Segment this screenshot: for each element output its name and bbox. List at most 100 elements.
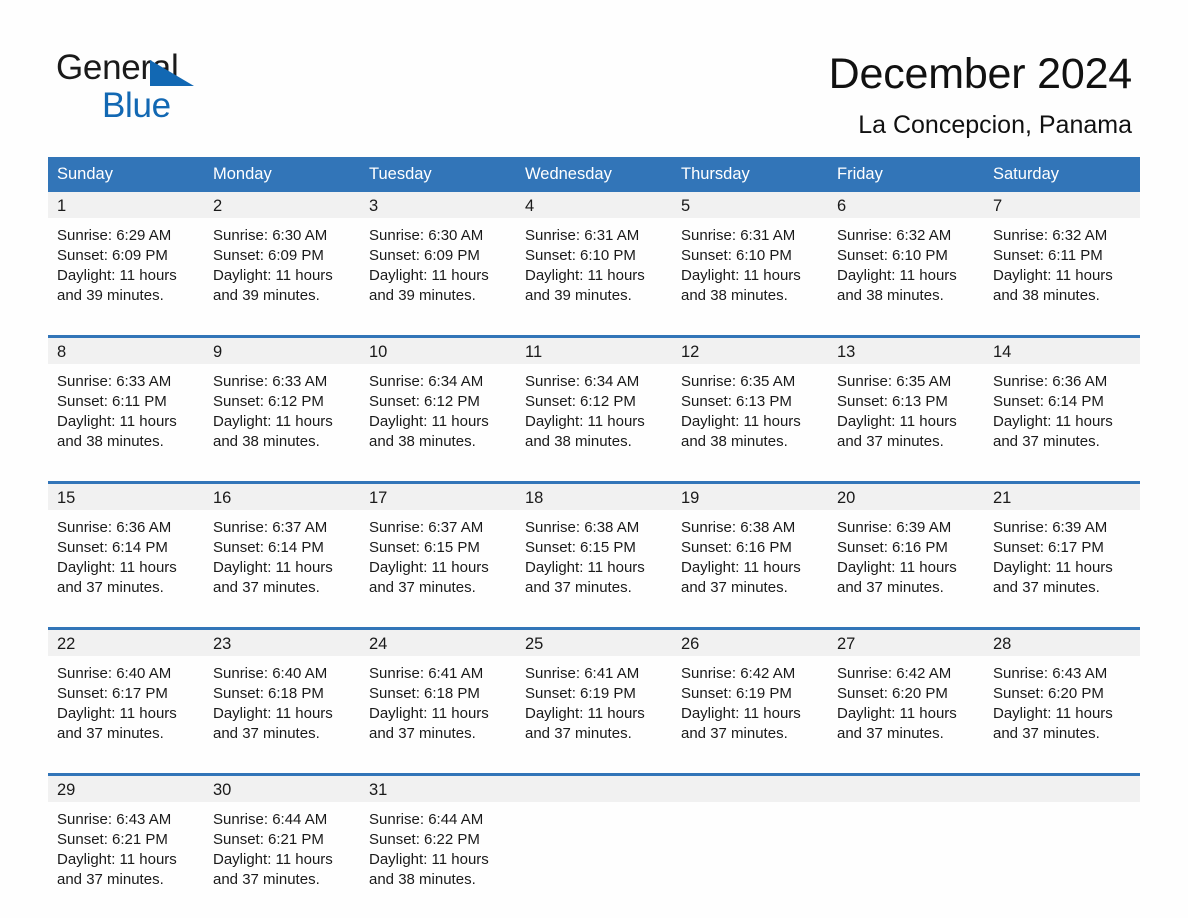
page-title: December 2024 [828, 50, 1133, 98]
calendar-grid: Sunday Monday Tuesday Wednesday Thursday… [48, 157, 1140, 896]
day-cell[interactable]: 13 Sunrise: 6:35 AM Sunset: 6:13 PM Dayl… [828, 338, 984, 458]
sunrise-text: Sunrise: 6:43 AM [57, 811, 172, 828]
day-number: 2 [204, 192, 360, 218]
sunset-text: Sunset: 6:17 PM [993, 539, 1104, 556]
day-cell[interactable]: 24 Sunrise: 6:41 AM Sunset: 6:18 PM Dayl… [360, 630, 516, 750]
day-number: 13 [828, 338, 984, 364]
sunrise-text: Sunrise: 6:38 AM [525, 519, 640, 536]
daylight-text-line1: Daylight: 11 hours [837, 705, 957, 722]
daylight-text-line2: and 37 minutes. [369, 579, 476, 596]
daylight-text-line1: Daylight: 11 hours [993, 413, 1113, 430]
day-cell[interactable]: 4 Sunrise: 6:31 AM Sunset: 6:10 PM Dayli… [516, 192, 672, 312]
day-details: Sunrise: 6:38 AM Sunset: 6:16 PM Dayligh… [672, 510, 828, 604]
daylight-text-line1: Daylight: 11 hours [525, 559, 645, 576]
day-cell[interactable]: 20 Sunrise: 6:39 AM Sunset: 6:16 PM Dayl… [828, 484, 984, 604]
day-cell[interactable]: 8 Sunrise: 6:33 AM Sunset: 6:11 PM Dayli… [48, 338, 204, 458]
daylight-text-line1: Daylight: 11 hours [837, 559, 957, 576]
day-details: Sunrise: 6:37 AM Sunset: 6:14 PM Dayligh… [204, 510, 360, 604]
sunset-text: Sunset: 6:18 PM [213, 685, 324, 702]
sunrise-text: Sunrise: 6:32 AM [993, 227, 1108, 244]
calendar-page: General Blue December 2024 La Concepcion… [0, 0, 1188, 918]
day-cell[interactable]: 30 Sunrise: 6:44 AM Sunset: 6:21 PM Dayl… [204, 776, 360, 896]
sunset-text: Sunset: 6:19 PM [681, 685, 792, 702]
day-details: Sunrise: 6:36 AM Sunset: 6:14 PM Dayligh… [48, 510, 204, 604]
daylight-text-line1: Daylight: 11 hours [837, 267, 957, 284]
day-cell[interactable]: 11 Sunrise: 6:34 AM Sunset: 6:12 PM Dayl… [516, 338, 672, 458]
sunrise-text: Sunrise: 6:34 AM [525, 373, 640, 390]
sunrise-text: Sunrise: 6:42 AM [681, 665, 796, 682]
daylight-text-line1: Daylight: 11 hours [213, 705, 333, 722]
day-cell[interactable]: 31 Sunrise: 6:44 AM Sunset: 6:22 PM Dayl… [360, 776, 516, 896]
day-cell[interactable]: 14 Sunrise: 6:36 AM Sunset: 6:14 PM Dayl… [984, 338, 1140, 458]
day-details: Sunrise: 6:43 AM Sunset: 6:21 PM Dayligh… [48, 802, 204, 896]
daylight-text-line2: and 37 minutes. [993, 725, 1100, 742]
sunset-text: Sunset: 6:20 PM [837, 685, 948, 702]
daylight-text-line1: Daylight: 11 hours [213, 413, 333, 430]
daylight-text-line2: and 37 minutes. [213, 725, 320, 742]
daylight-text-line2: and 38 minutes. [837, 287, 944, 304]
day-details: Sunrise: 6:43 AM Sunset: 6:20 PM Dayligh… [984, 656, 1140, 750]
sunrise-text: Sunrise: 6:34 AM [369, 373, 484, 390]
day-cell[interactable]: 1 Sunrise: 6:29 AM Sunset: 6:09 PM Dayli… [48, 192, 204, 312]
day-cell[interactable]: 3 Sunrise: 6:30 AM Sunset: 6:09 PM Dayli… [360, 192, 516, 312]
day-cell[interactable]: 5 Sunrise: 6:31 AM Sunset: 6:10 PM Dayli… [672, 192, 828, 312]
day-cell[interactable]: 26 Sunrise: 6:42 AM Sunset: 6:19 PM Dayl… [672, 630, 828, 750]
day-cell[interactable]: 25 Sunrise: 6:41 AM Sunset: 6:19 PM Dayl… [516, 630, 672, 750]
day-cell[interactable]: 9 Sunrise: 6:33 AM Sunset: 6:12 PM Dayli… [204, 338, 360, 458]
day-cell[interactable]: 15 Sunrise: 6:36 AM Sunset: 6:14 PM Dayl… [48, 484, 204, 604]
day-cell[interactable]: 23 Sunrise: 6:40 AM Sunset: 6:18 PM Dayl… [204, 630, 360, 750]
day-number: 18 [516, 484, 672, 510]
daylight-text-line1: Daylight: 11 hours [213, 851, 333, 868]
day-cell[interactable]: 6 Sunrise: 6:32 AM Sunset: 6:10 PM Dayli… [828, 192, 984, 312]
day-number: 9 [204, 338, 360, 364]
day-number: 1 [48, 192, 204, 218]
daylight-text-line2: and 39 minutes. [57, 287, 164, 304]
day-number: 30 [204, 776, 360, 802]
day-details: Sunrise: 6:30 AM Sunset: 6:09 PM Dayligh… [204, 218, 360, 312]
daylight-text-line1: Daylight: 11 hours [213, 559, 333, 576]
brand-name-top: General [56, 50, 194, 86]
day-details: Sunrise: 6:30 AM Sunset: 6:09 PM Dayligh… [360, 218, 516, 312]
day-cell[interactable]: 12 Sunrise: 6:35 AM Sunset: 6:13 PM Dayl… [672, 338, 828, 458]
week-row: 8 Sunrise: 6:33 AM Sunset: 6:11 PM Dayli… [48, 335, 1140, 458]
week-spacer [48, 750, 1140, 773]
day-cell[interactable]: 7 Sunrise: 6:32 AM Sunset: 6:11 PM Dayli… [984, 192, 1140, 312]
daylight-text-line2: and 37 minutes. [213, 871, 320, 888]
day-cell[interactable]: 28 Sunrise: 6:43 AM Sunset: 6:20 PM Dayl… [984, 630, 1140, 750]
daylight-text-line2: and 38 minutes. [681, 287, 788, 304]
day-cell-empty [828, 776, 984, 896]
day-cell[interactable]: 29 Sunrise: 6:43 AM Sunset: 6:21 PM Dayl… [48, 776, 204, 896]
day-details: Sunrise: 6:40 AM Sunset: 6:17 PM Dayligh… [48, 656, 204, 750]
daylight-text-line1: Daylight: 11 hours [525, 267, 645, 284]
daylight-text-line2: and 37 minutes. [525, 579, 632, 596]
day-cell[interactable]: 10 Sunrise: 6:34 AM Sunset: 6:12 PM Dayl… [360, 338, 516, 458]
sunset-text: Sunset: 6:09 PM [213, 247, 324, 264]
day-number [516, 776, 672, 802]
day-cell[interactable]: 2 Sunrise: 6:30 AM Sunset: 6:09 PM Dayli… [204, 192, 360, 312]
week-spacer [48, 458, 1140, 481]
sunrise-text: Sunrise: 6:30 AM [369, 227, 484, 244]
title-block: December 2024 La Concepcion, Panama [828, 48, 1133, 142]
sunset-text: Sunset: 6:09 PM [57, 247, 168, 264]
daylight-text-line2: and 37 minutes. [681, 725, 788, 742]
day-cell[interactable]: 17 Sunrise: 6:37 AM Sunset: 6:15 PM Dayl… [360, 484, 516, 604]
day-cell[interactable]: 21 Sunrise: 6:39 AM Sunset: 6:17 PM Dayl… [984, 484, 1140, 604]
day-details: Sunrise: 6:37 AM Sunset: 6:15 PM Dayligh… [360, 510, 516, 604]
day-cell[interactable]: 19 Sunrise: 6:38 AM Sunset: 6:16 PM Dayl… [672, 484, 828, 604]
daylight-text-line1: Daylight: 11 hours [57, 705, 177, 722]
brand-logo[interactable]: General Blue [56, 50, 194, 124]
daylight-text-line2: and 37 minutes. [57, 579, 164, 596]
daylight-text-line2: and 37 minutes. [837, 433, 944, 450]
day-cell[interactable]: 27 Sunrise: 6:42 AM Sunset: 6:20 PM Dayl… [828, 630, 984, 750]
sunrise-text: Sunrise: 6:38 AM [681, 519, 796, 536]
sunrise-text: Sunrise: 6:30 AM [213, 227, 328, 244]
weekday-header-friday: Friday [837, 165, 883, 183]
day-details: Sunrise: 6:32 AM Sunset: 6:11 PM Dayligh… [984, 218, 1140, 312]
daylight-text-line2: and 38 minutes. [369, 871, 476, 888]
day-details: Sunrise: 6:33 AM Sunset: 6:12 PM Dayligh… [204, 364, 360, 458]
sunset-text: Sunset: 6:22 PM [369, 831, 480, 848]
weekday-header-tuesday: Tuesday [369, 165, 432, 183]
day-cell[interactable]: 22 Sunrise: 6:40 AM Sunset: 6:17 PM Dayl… [48, 630, 204, 750]
day-cell[interactable]: 18 Sunrise: 6:38 AM Sunset: 6:15 PM Dayl… [516, 484, 672, 604]
day-cell[interactable]: 16 Sunrise: 6:37 AM Sunset: 6:14 PM Dayl… [204, 484, 360, 604]
